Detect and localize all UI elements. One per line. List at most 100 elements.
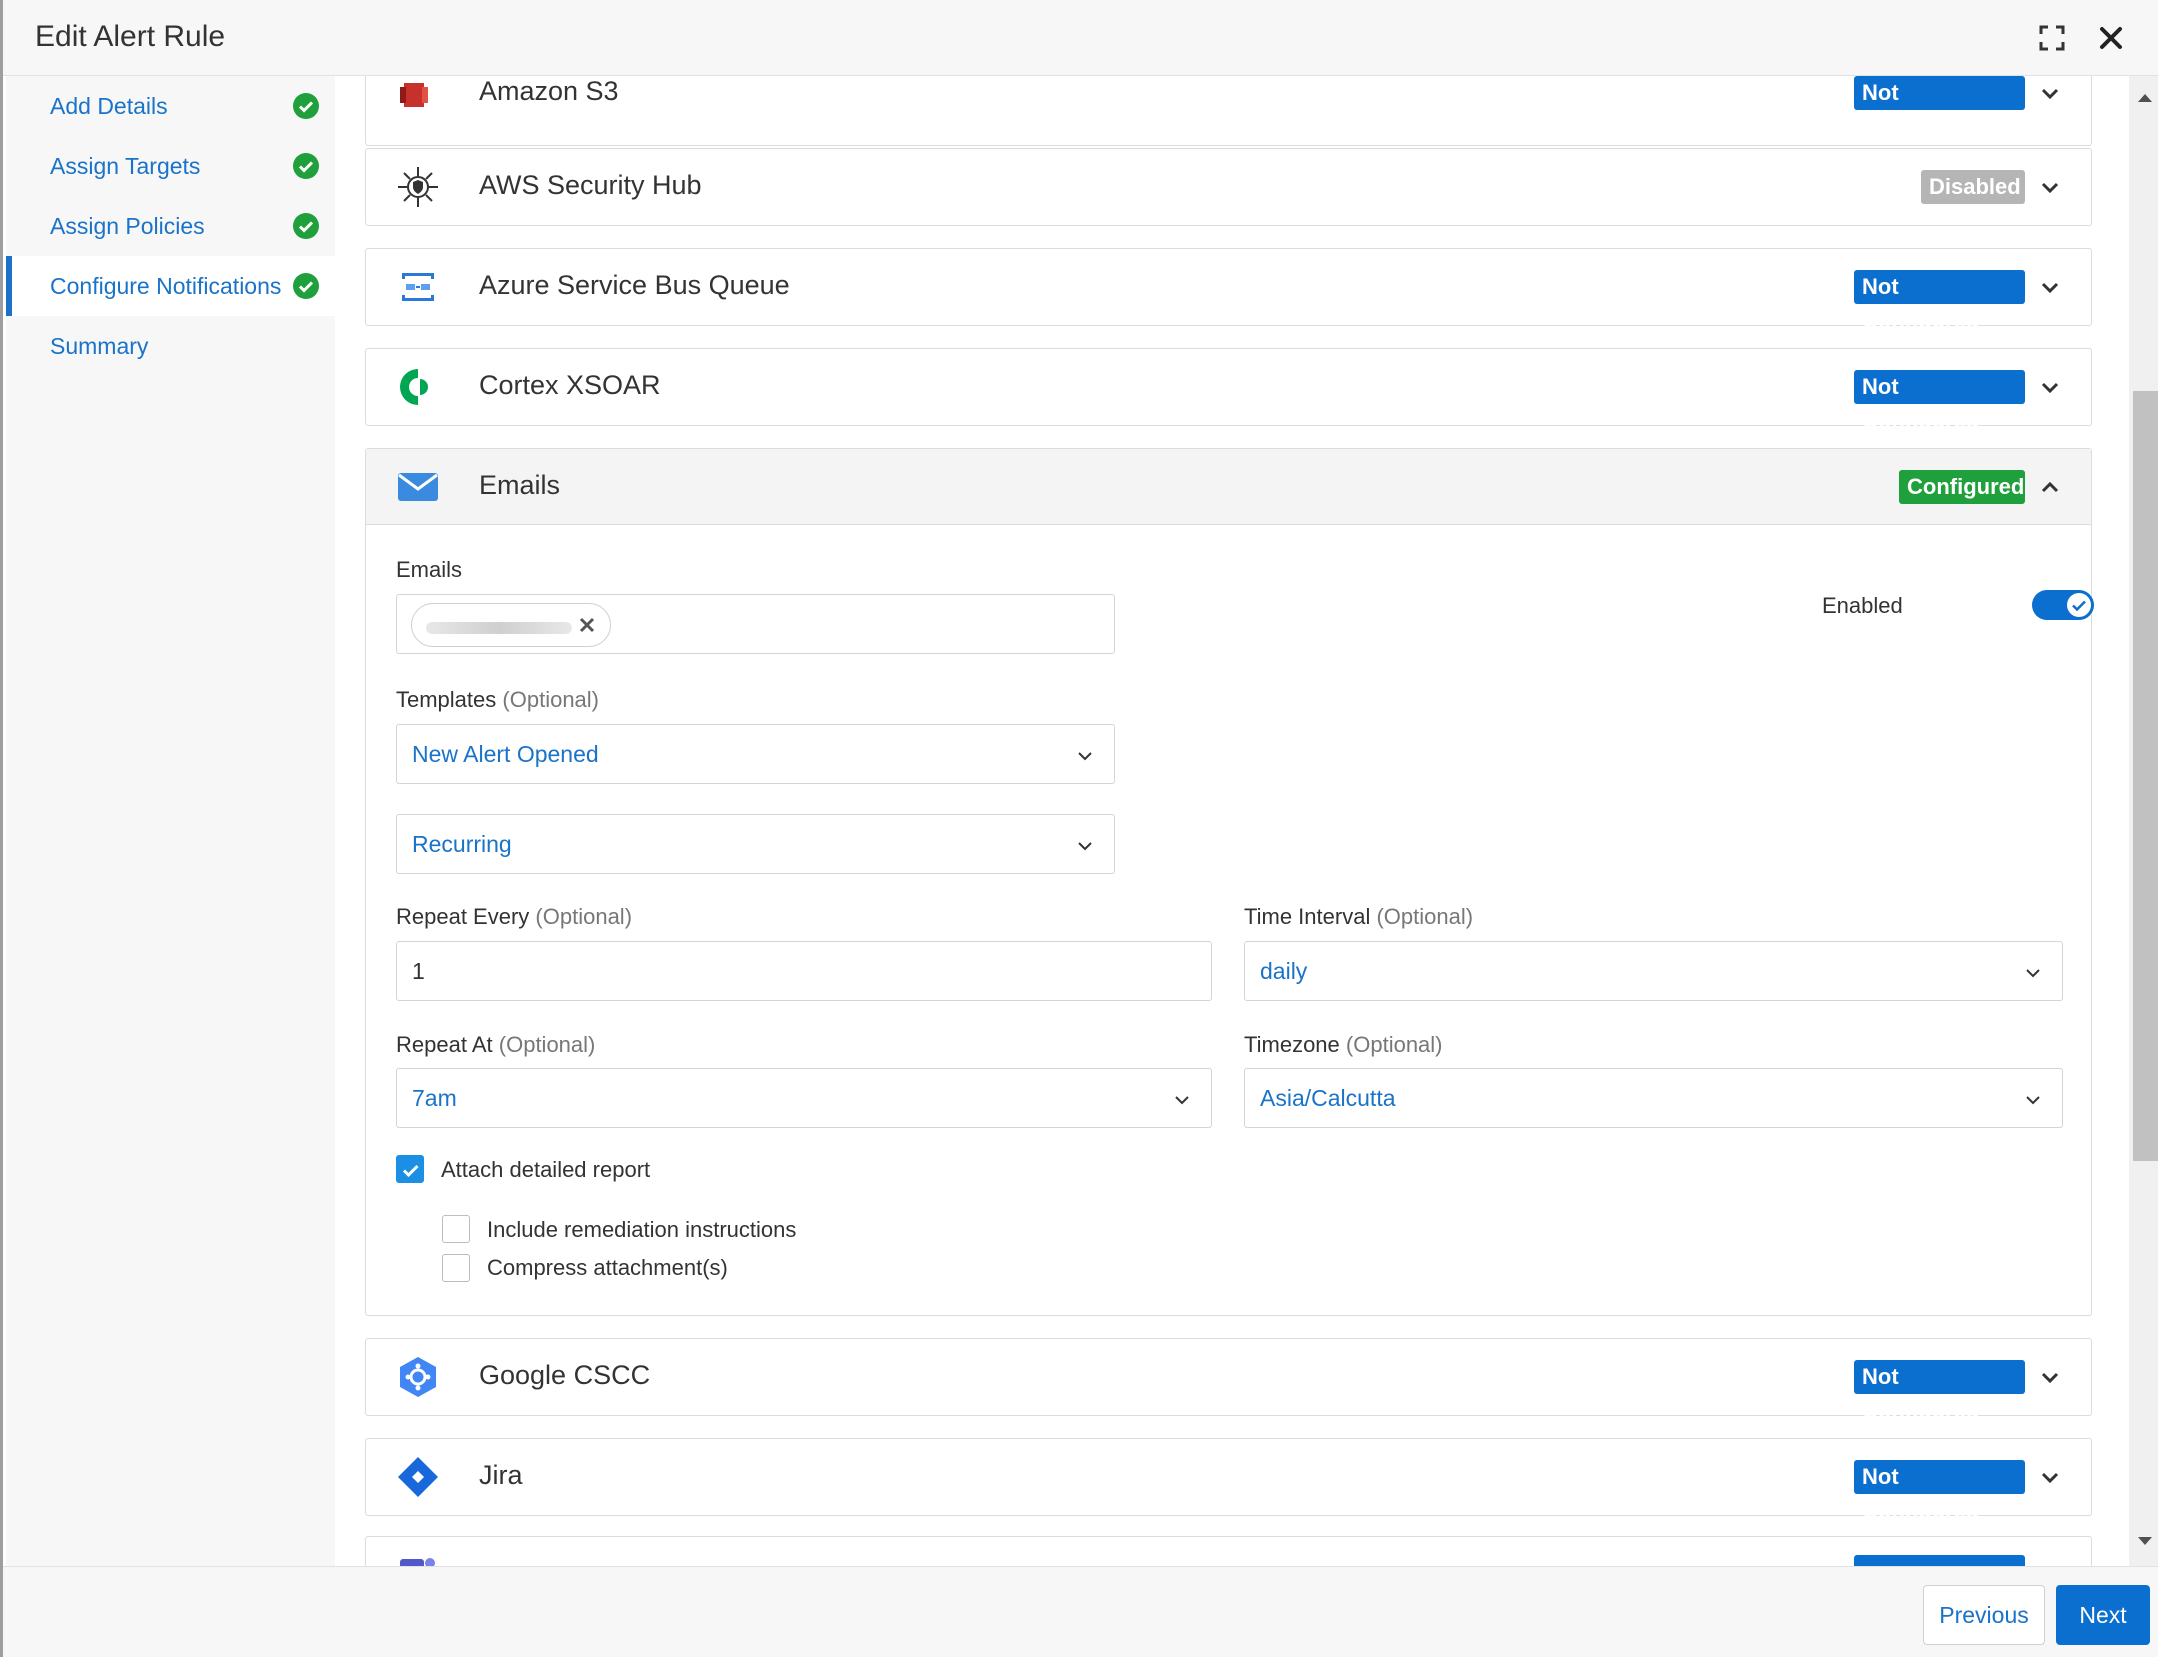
repeat-every-input[interactable]: 1: [396, 941, 1212, 1001]
chevron-down-icon: [1078, 752, 1092, 761]
check-circle-icon: [293, 153, 319, 179]
check-circle-icon: [293, 213, 319, 239]
optional-hint: (Optional): [498, 1032, 596, 1057]
chevron-down-icon[interactable]: [2039, 276, 2061, 298]
card-header[interactable]: Azure Service Bus Queue Not Configured: [366, 249, 2091, 333]
repeat-every-label: Repeat Every (Optional): [396, 904, 632, 930]
step-summary[interactable]: Summary: [6, 316, 335, 376]
envelope-icon: [398, 473, 438, 501]
compress-attachments-label[interactable]: Compress attachment(s): [487, 1255, 728, 1281]
microsoft-teams-icon: [400, 1558, 435, 1566]
time-interval-select[interactable]: daily: [1244, 941, 2063, 1001]
step-assign-policies[interactable]: Assign Policies: [6, 196, 335, 256]
repeat-at-select[interactable]: 7am: [396, 1068, 1212, 1128]
chevron-down-icon: [2026, 1096, 2040, 1105]
template-select[interactable]: New Alert Opened: [396, 724, 1115, 784]
edit-alert-rule-modal: Edit Alert Rule Add Details Assign Targe…: [0, 0, 2158, 1657]
status-badge: Not Configured: [1854, 76, 2025, 139]
chevron-down-icon[interactable]: [2039, 1366, 2061, 1388]
card-header[interactable]: Cortex XSOAR Not Configured: [366, 349, 2091, 433]
integration-card-azure-service-bus-queue[interactable]: Azure Service Bus Queue Not Configured: [365, 248, 2092, 333]
close-icon[interactable]: [2091, 18, 2131, 58]
optional-hint: (Optional): [1376, 904, 1474, 929]
expand-icon[interactable]: [2032, 18, 2072, 58]
card-header[interactable]: AWS Security Hub Disabled: [366, 149, 2091, 225]
next-button[interactable]: Next: [2056, 1585, 2150, 1645]
integration-name: AWS Security Hub: [479, 170, 702, 200]
integration-card-amazon-s3[interactable]: Amazon S3 Not Configured: [365, 76, 2092, 146]
step-label: Add Details: [50, 92, 168, 119]
include-remediation-checkbox[interactable]: [442, 1215, 470, 1243]
card-header[interactable]: Google CSCC Not Configured: [366, 1339, 2091, 1423]
repeat-at-label: Repeat At (Optional): [396, 1032, 595, 1058]
attach-report-checkbox[interactable]: [396, 1155, 424, 1183]
chevron-down-icon[interactable]: [2039, 82, 2061, 104]
status-badge: Configured: [1899, 470, 2025, 504]
step-label: Assign Targets: [50, 152, 201, 179]
card-header[interactable]: Jira Not Configured: [366, 1439, 2091, 1523]
scroll-up-arrow-icon[interactable]: [2135, 88, 2155, 108]
timezone-label-text: Timezone: [1244, 1032, 1340, 1057]
chevron-down-icon: [1175, 1096, 1189, 1105]
templates-label: Templates (Optional): [396, 687, 599, 713]
step-add-details[interactable]: Add Details: [6, 76, 335, 136]
enabled-toggle[interactable]: [2032, 590, 2094, 620]
integration-card-google-cscc[interactable]: Google CSCC Not Configured: [365, 1338, 2092, 1423]
status-badge: Not Configured: [1854, 370, 2025, 433]
template-value: New Alert Opened: [412, 741, 599, 767]
step-assign-targets[interactable]: Assign Targets: [6, 136, 335, 196]
compress-attachments-checkbox[interactable]: [442, 1254, 470, 1282]
integration-name: Amazon S3: [479, 76, 619, 106]
repeat-at-label-text: Repeat At: [396, 1032, 493, 1057]
previous-button[interactable]: Previous: [1923, 1585, 2045, 1645]
integration-name: Azure Service Bus Queue: [479, 270, 790, 300]
attach-report-label[interactable]: Attach detailed report: [441, 1157, 650, 1183]
time-interval-label: Time Interval (Optional): [1244, 904, 1473, 930]
integration-name: Emails: [479, 470, 561, 500]
status-badge: Not Configured: [1854, 1360, 2025, 1423]
integration-name: Jira: [479, 1460, 523, 1490]
aws-security-hub-icon: [398, 167, 438, 207]
chevron-down-icon[interactable]: [2039, 376, 2061, 398]
status-badge: Not Configured: [1854, 270, 2025, 333]
integration-card-cortex-xsoar[interactable]: Cortex XSOAR Not Configured: [365, 348, 2092, 433]
scroll-down-arrow-icon[interactable]: [2135, 1531, 2155, 1551]
step-label: Assign Policies: [50, 212, 205, 239]
amazon-s3-icon: [400, 83, 428, 107]
modal-footer: Previous Next: [3, 1566, 2158, 1657]
optional-hint: (Optional): [535, 904, 633, 929]
integration-card-cutoff[interactable]: [365, 1536, 2092, 1566]
integration-card-emails: Emails Configured Emails Enabled Templat…: [365, 448, 2094, 1316]
emails-recipient-field[interactable]: [396, 594, 1115, 654]
scrollbar-thumb[interactable]: [2133, 391, 2158, 1161]
remove-chip-icon[interactable]: [576, 614, 598, 636]
integration-card-aws-security-hub[interactable]: AWS Security Hub Disabled: [365, 148, 2092, 226]
timezone-select[interactable]: Asia/Calcutta: [1244, 1068, 2063, 1128]
repeat-at-value: 7am: [412, 1085, 457, 1111]
frequency-select[interactable]: Recurring: [396, 814, 1115, 874]
timezone-value: Asia/Calcutta: [1260, 1085, 1396, 1111]
card-header[interactable]: Emails Configured: [366, 449, 2091, 525]
wizard-sidebar: Add Details Assign Targets Assign Polici…: [6, 76, 335, 1566]
content-scrollbar[interactable]: [2129, 76, 2158, 1566]
step-configure-notifications[interactable]: Configure Notifications: [6, 256, 335, 316]
integration-name: Google CSCC: [479, 1360, 651, 1390]
chevron-up-icon[interactable]: [2039, 476, 2061, 498]
chevron-down-icon[interactable]: [2039, 176, 2061, 198]
chevron-down-icon: [2026, 969, 2040, 978]
modal-header: Edit Alert Rule: [3, 0, 2158, 76]
repeat-every-label-text: Repeat Every: [396, 904, 530, 929]
jira-icon: [398, 1457, 438, 1497]
card-header[interactable]: Amazon S3 Not Configured: [366, 76, 2091, 139]
emails-label: Emails: [396, 557, 463, 582]
include-remediation-label[interactable]: Include remediation instructions: [487, 1217, 796, 1243]
optional-hint: (Optional): [502, 687, 599, 712]
time-interval-value: daily: [1260, 958, 1308, 984]
status-badge: [1854, 1555, 2025, 1566]
enabled-label: Enabled: [1822, 593, 1903, 618]
chevron-down-icon: [1078, 842, 1092, 851]
chevron-down-icon[interactable]: [2039, 1466, 2061, 1488]
integration-card-jira[interactable]: Jira Not Configured: [365, 1438, 2092, 1523]
toggle-knob: [2067, 593, 2091, 617]
optional-hint: (Optional): [1345, 1032, 1443, 1057]
